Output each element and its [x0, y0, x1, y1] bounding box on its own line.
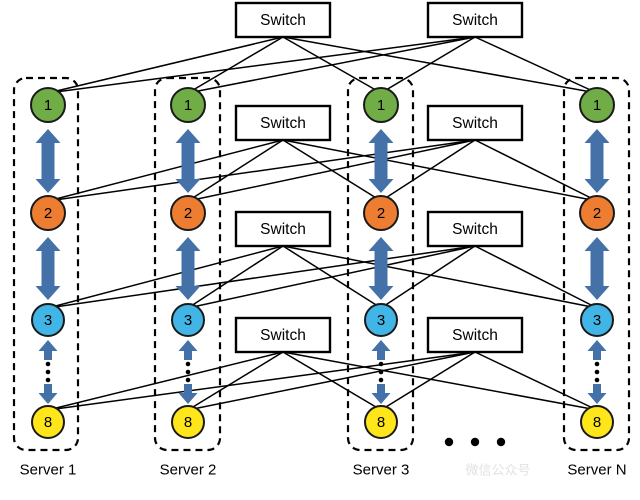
node-label-server-2-node-2: 2: [184, 205, 192, 222]
link-r1-sw1-srv2: [380, 139, 476, 202]
vertical-ellipsis-dot-server-1-1: [45, 369, 51, 375]
node-label-server-3-node-1: 1: [377, 97, 385, 114]
arrow-3-8-down-server-1: [38, 384, 58, 404]
arrow-1-2-server-n: [584, 129, 610, 193]
server-ellipsis-group: [444, 437, 506, 447]
link-top-sw0-srv0: [47, 36, 284, 94]
vertical-ellipsis-dot-server-n-2: [594, 377, 600, 383]
switch-label-switch-row3-left: Switch: [260, 327, 306, 344]
arrow-3-8-down-server-3: [371, 384, 391, 404]
topology-canvas: 1 2 3 8 1 2 3 8 1 2 3 8 1 2 3 8 Switch Switch Switch Switc…: [12, 1, 631, 479]
link-r3-sw0-srv1: [187, 351, 284, 411]
node-label-server-2-node-1: 1: [184, 97, 192, 114]
node-label-server-1-node-1: 1: [44, 97, 52, 114]
link-r2-sw1-srv3: [474, 245, 598, 309]
network-topology-diagram: 1 2 3 8 1 2 3 8 1 2 3 8 1 2 3 8 Switch Switch Switch Switc…: [0, 0, 640, 500]
vertical-ellipsis-dot-server-3-2: [378, 377, 384, 383]
arrow-2-3-server-n: [584, 237, 610, 300]
switch-label-switch-row1-left: Switch: [260, 115, 306, 132]
arrow-1-2-server-1: [35, 129, 61, 193]
node-arrows-group: [35, 129, 610, 404]
link-r2-sw0-srv0: [47, 245, 284, 309]
arrow-1-2-server-2: [175, 129, 201, 193]
server-label-server-3: Server 3: [353, 462, 410, 479]
node-label-server-3-node-8: 8: [377, 414, 385, 431]
watermark-label: 微信公众号: [465, 463, 530, 478]
node-label-server-1-node-3: 3: [44, 312, 52, 329]
server-ellipsis-dot-2: [496, 437, 506, 447]
switch-label-switch-row2-right: Switch: [452, 221, 498, 238]
switch-label-switch-row1-right: Switch: [452, 115, 498, 132]
arrow-3-8-up-server-2: [178, 340, 198, 360]
vertical-ellipsis-dot-server-3-1: [378, 369, 384, 375]
arrow-3-8-down-server-n: [587, 384, 607, 404]
server-label-server-n: Server N: [567, 462, 626, 479]
node-label-server-n-node-3: 3: [593, 312, 601, 329]
node-label-server-n-node-2: 2: [593, 205, 601, 222]
link-top-sw1-srv3: [474, 36, 598, 94]
vertical-ellipsis-dot-server-2-2: [185, 377, 191, 383]
node-label-server-3-node-2: 2: [377, 205, 385, 222]
watermark-group: 微信公众号: [465, 463, 530, 478]
link-r1-sw0-srv1: [187, 139, 284, 202]
link-r2-sw1-srv0: [47, 245, 476, 309]
switch-label-switch-top-left: Switch: [260, 12, 306, 29]
link-r3-sw1-srv2: [380, 351, 476, 411]
link-top-sw1-srv2: [380, 36, 476, 94]
vertical-ellipsis-dot-server-1-2: [45, 377, 51, 383]
arrow-3-8-up-server-1: [38, 340, 58, 360]
switch-label-switch-top-right: Switch: [452, 12, 498, 29]
arrow-2-3-server-1: [35, 237, 61, 300]
vertical-ellipsis-dot-server-1-0: [45, 361, 51, 367]
server-ellipsis-dot-1: [470, 437, 480, 447]
link-r2-sw1-srv2: [380, 245, 476, 309]
link-r1-sw1-srv3: [474, 139, 598, 202]
server-labels-group: Server 1 Server 2 Server 3 Server N: [20, 462, 627, 479]
link-top-sw0-srv1: [187, 36, 284, 94]
vertical-ellipsis-dot-server-n-0: [594, 361, 600, 367]
link-r3-sw1-srv3: [474, 351, 598, 411]
arrow-3-8-up-server-3: [371, 340, 391, 360]
link-r2-sw0-srv1: [187, 245, 284, 309]
server-label-server-1: Server 1: [20, 462, 77, 479]
link-r1-sw0-srv0: [47, 139, 284, 202]
vertical-ellipsis-dot-server-3-0: [378, 361, 384, 367]
switch-label-switch-row3-right: Switch: [452, 327, 498, 344]
node-label-server-1-node-8: 8: [44, 414, 52, 431]
link-r1-sw1-srv0: [47, 139, 476, 202]
node-label-server-n-node-8: 8: [593, 414, 601, 431]
node-label-server-n-node-1: 1: [593, 97, 601, 114]
vertical-ellipsis-dot-server-n-1: [594, 369, 600, 375]
arrow-3-8-down-server-2: [178, 384, 198, 404]
server-label-server-2: Server 2: [160, 462, 217, 479]
node-label-server-3-node-3: 3: [377, 312, 385, 329]
server-ellipsis-dot-0: [444, 437, 454, 447]
node-label-server-1-node-2: 2: [44, 205, 52, 222]
link-r3-sw0-srv0: [47, 351, 284, 411]
vertical-ellipsis-dot-server-2-0: [185, 361, 191, 367]
link-r3-sw1-srv0: [47, 351, 476, 411]
node-label-server-2-node-8: 8: [184, 414, 192, 431]
switch-label-switch-row2-left: Switch: [260, 221, 306, 238]
vertical-ellipsis-dot-server-2-1: [185, 369, 191, 375]
arrow-3-8-up-server-n: [587, 340, 607, 360]
node-label-server-2-node-3: 3: [184, 312, 192, 329]
